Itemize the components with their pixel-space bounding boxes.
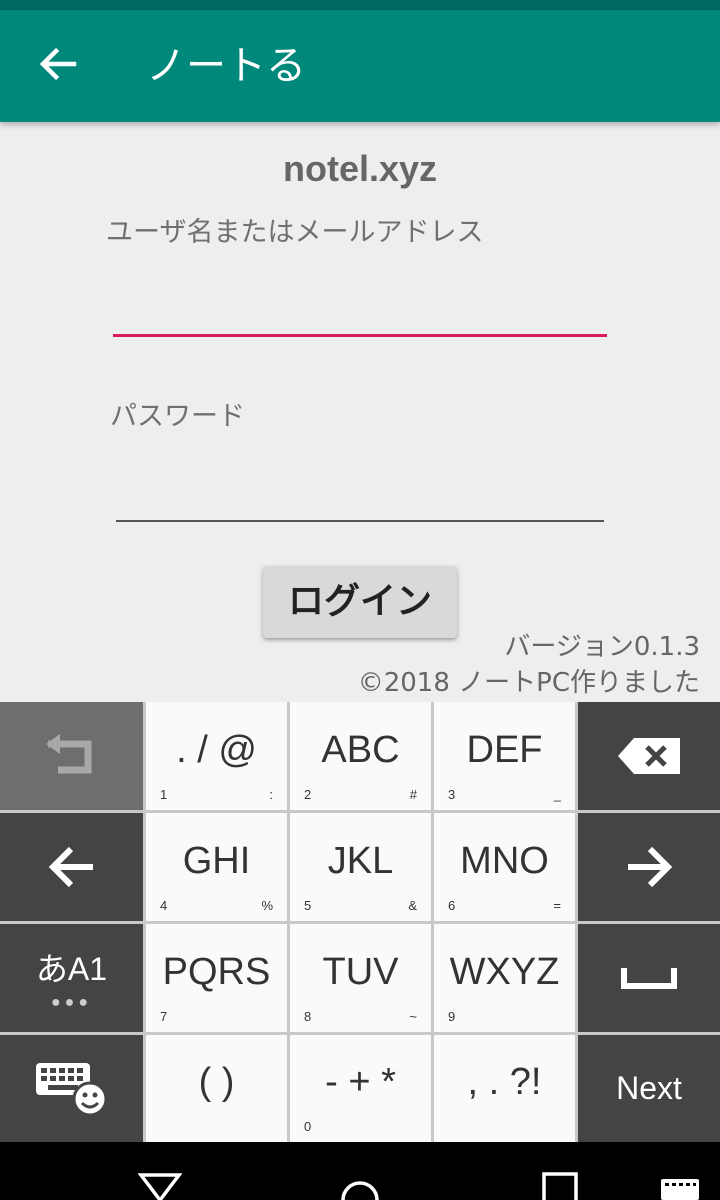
key-sub-left: 4 — [160, 898, 168, 913]
nav-home-icon[interactable] — [340, 1172, 380, 1200]
key-main-label: , . ?! — [467, 1061, 542, 1103]
key-9[interactable]: WXYZ 9 — [434, 924, 575, 1032]
key-main-label: ( ) — [198, 1061, 235, 1103]
nav-recents-icon[interactable] — [542, 1172, 578, 1200]
input-mode-key[interactable]: あA1 ●●● — [0, 924, 143, 1032]
key-main-label: WXYZ — [449, 950, 560, 993]
space-key[interactable] — [578, 924, 720, 1032]
login-button[interactable]: ログイン — [263, 566, 457, 638]
key-punctuation[interactable]: , . ?! — [434, 1035, 575, 1142]
key-main-label: - + * — [325, 1061, 396, 1103]
input-mode-label: あA1 — [35, 951, 108, 987]
key-sub-right: _ — [553, 787, 561, 802]
keyboard-settings-key[interactable] — [0, 1035, 143, 1142]
next-key[interactable]: Next — [578, 1035, 720, 1142]
key-0[interactable]: - + * 0 — [290, 1035, 431, 1142]
undo-icon — [45, 734, 91, 774]
key-sub-right: # — [409, 787, 417, 802]
username-label: ユーザ名またはメールアドレス — [106, 217, 484, 248]
key-sub-left: 3 — [448, 787, 456, 802]
key-main-label: DEF — [466, 728, 543, 771]
key-main-label: MNO — [460, 839, 549, 882]
key-sub-left: 1 — [160, 787, 168, 802]
key-sub-left: 8 — [304, 1009, 312, 1024]
more-dots-icon: ●●● — [51, 994, 92, 1011]
key-7[interactable]: PQRS 7 — [146, 924, 287, 1032]
space-icon — [621, 968, 677, 989]
key-main-label: JKL — [327, 839, 394, 882]
version-text: バージョン0.1.3 — [504, 632, 700, 662]
key-sub-right: : — [269, 787, 273, 802]
login-form: notel.xyz ユーザ名またはメールアドレス パスワード ログイン バージョ… — [0, 122, 720, 702]
password-label: パスワード — [110, 401, 245, 432]
key-6[interactable]: MNO 6 = — [434, 813, 575, 921]
left-arrow-icon — [48, 846, 93, 888]
right-arrow-key[interactable] — [578, 813, 720, 921]
left-arrow-key[interactable] — [0, 813, 143, 921]
nav-keyboard-switch-icon[interactable] — [660, 1178, 700, 1200]
key-main-label: . / @ — [176, 728, 257, 771]
right-arrow-icon — [628, 846, 673, 888]
app-title: ノートる — [146, 43, 306, 89]
username-underline — [113, 334, 607, 337]
key-parens[interactable]: ( ) — [146, 1035, 287, 1142]
key-sub-left: 7 — [160, 1009, 168, 1024]
backspace-key[interactable] — [578, 702, 720, 810]
password-input[interactable] — [116, 468, 608, 518]
key-4[interactable]: GHI 4 % — [146, 813, 287, 921]
back-button[interactable] — [30, 36, 86, 92]
key-main-label: GHI — [182, 839, 251, 882]
username-input[interactable] — [113, 282, 611, 332]
key-sub-left: 9 — [448, 1009, 456, 1024]
key-sub-left: 6 — [448, 898, 456, 913]
key-sub-left: 2 — [304, 787, 312, 802]
key-main-label: PQRS — [162, 950, 271, 993]
app-bar: ノートる — [0, 10, 720, 122]
key-1[interactable]: . / @ 1 : — [146, 702, 287, 810]
undo-key[interactable] — [0, 702, 143, 810]
password-underline — [116, 520, 604, 522]
key-sub-left: 5 — [304, 898, 312, 913]
soft-keyboard: あA1 ●●● . / @ 1 : ABC 2 # DEF 3 _ GHI 4 … — [0, 702, 720, 1142]
key-sub-right: ~ — [409, 1009, 417, 1024]
key-sub-right: % — [261, 898, 273, 913]
key-sub-right: = — [553, 898, 561, 913]
navigation-bar — [0, 1142, 720, 1200]
key-8[interactable]: TUV 8 ~ — [290, 924, 431, 1032]
nav-back-icon[interactable] — [138, 1172, 182, 1200]
backspace-icon — [618, 738, 680, 774]
copyright-text: ©2018 ノートPC作りました — [357, 668, 700, 698]
key-main-label: TUV — [322, 950, 399, 993]
back-arrow-icon — [39, 47, 77, 81]
key-2[interactable]: ABC 2 # — [290, 702, 431, 810]
site-name: notel.xyz — [282, 148, 438, 189]
key-sub-left: 0 — [304, 1119, 312, 1134]
key-5[interactable]: JKL 5 & — [290, 813, 431, 921]
key-sub-right: & — [408, 898, 417, 913]
key-main-label: ABC — [321, 728, 400, 771]
keyboard-settings-icon — [35, 1062, 107, 1116]
status-bar — [0, 0, 720, 10]
key-3[interactable]: DEF 3 _ — [434, 702, 575, 810]
